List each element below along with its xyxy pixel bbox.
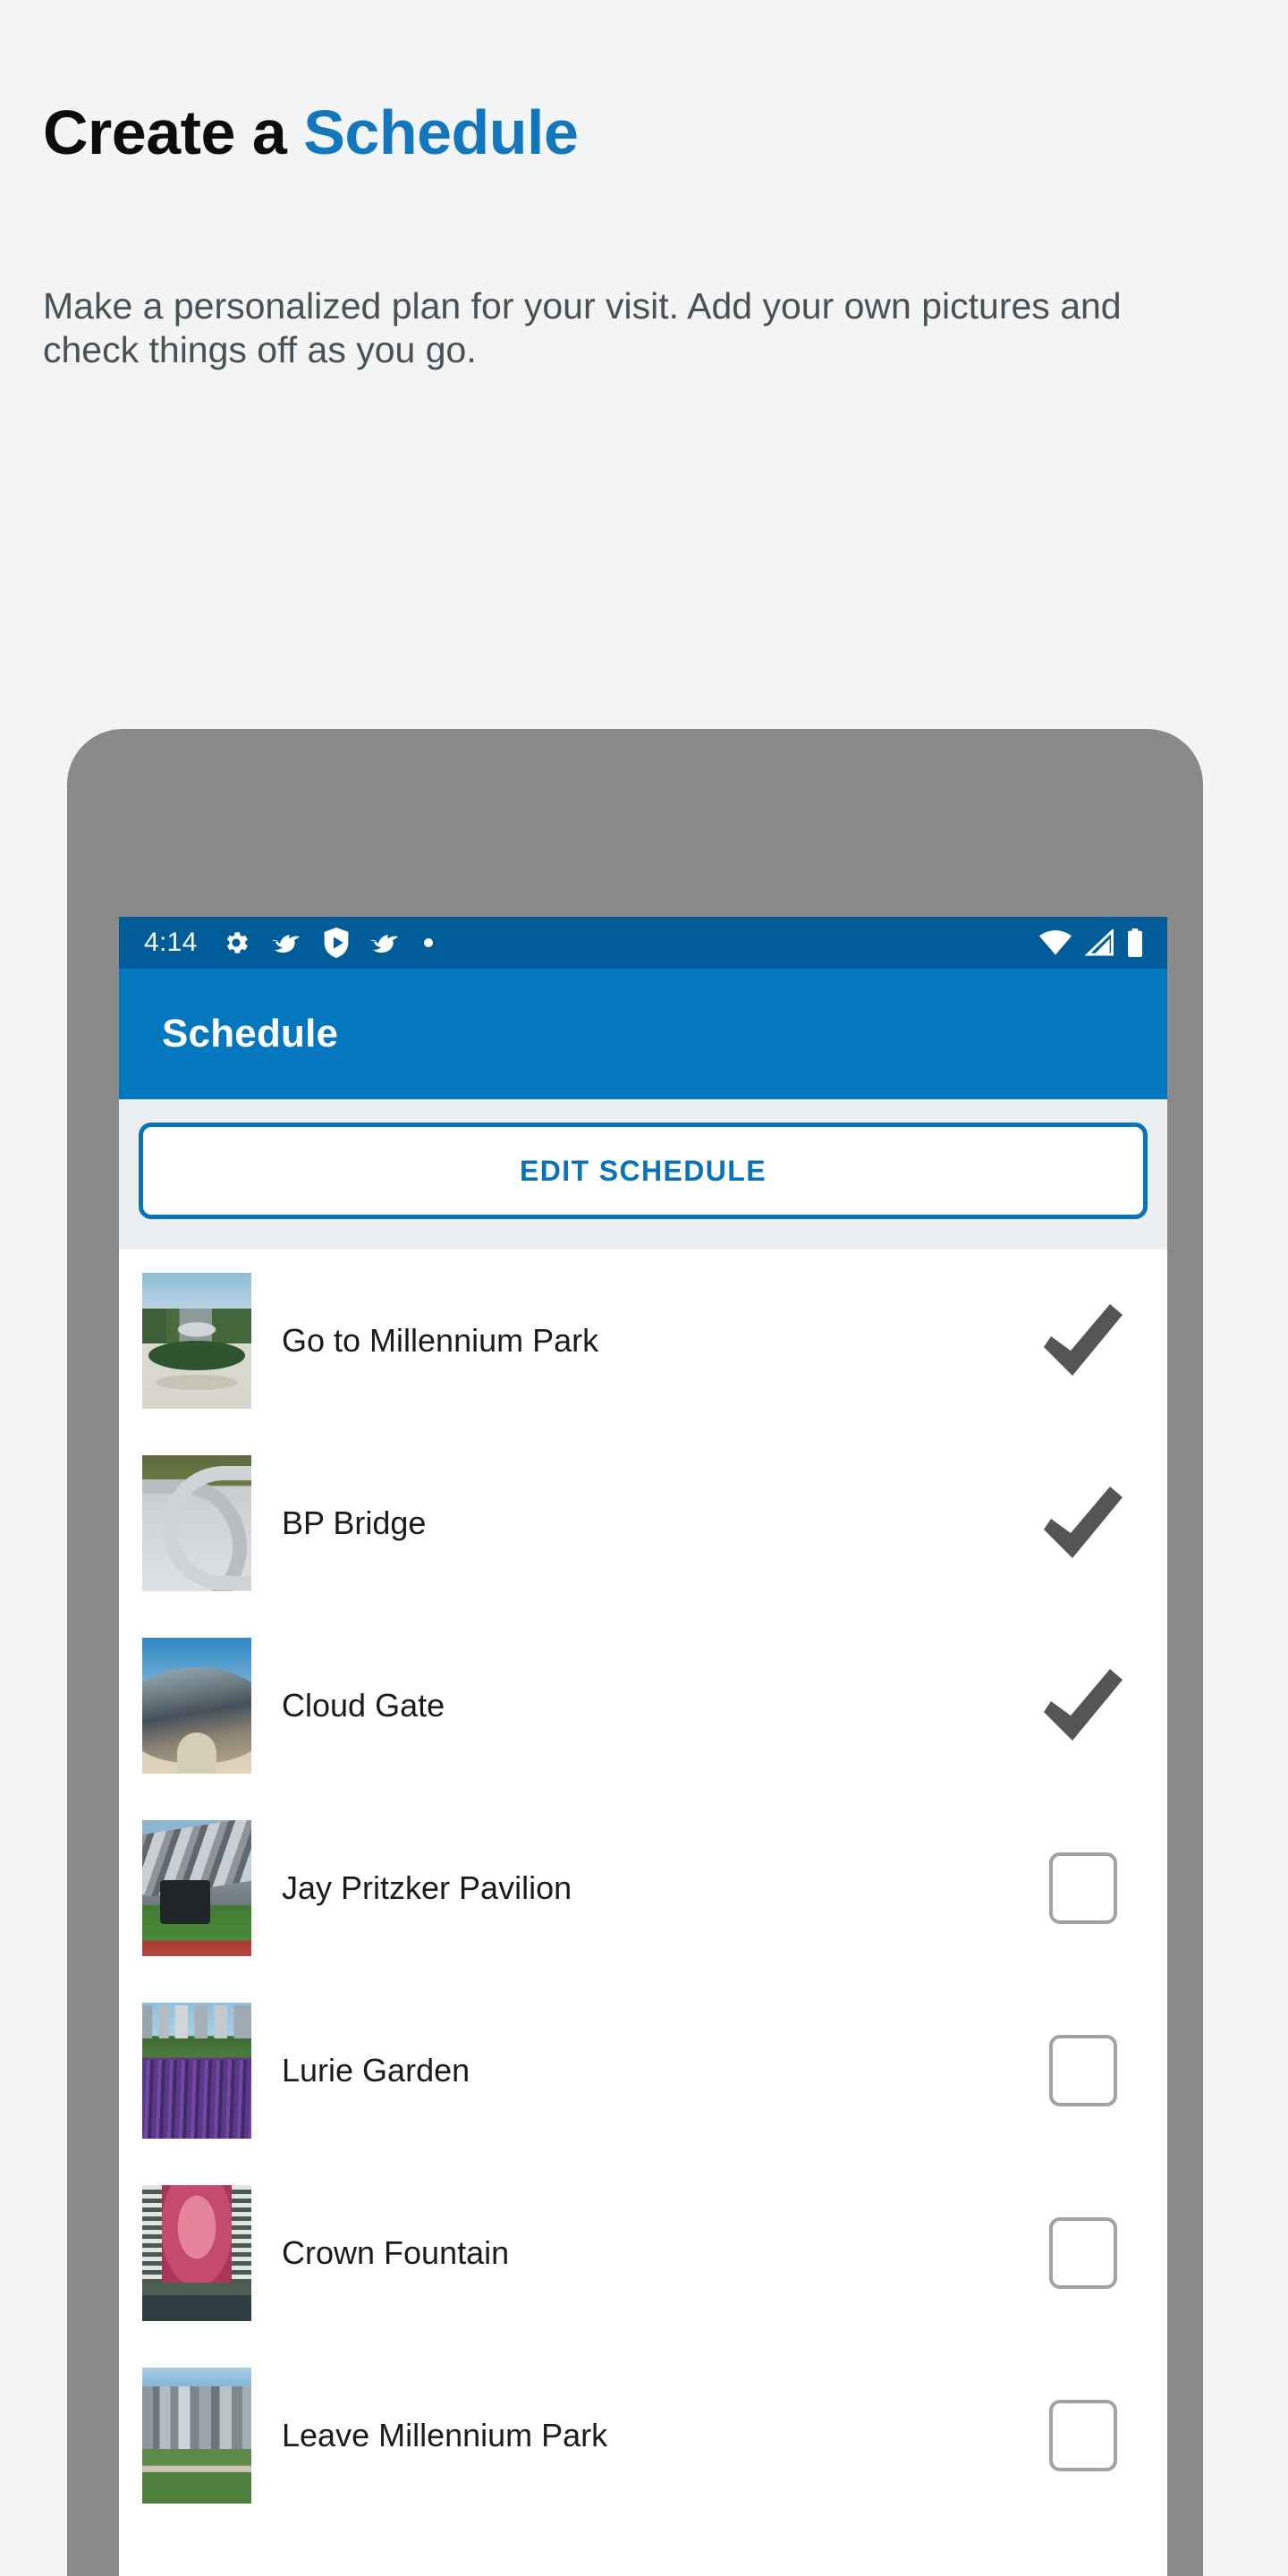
item-thumbnail (142, 1455, 251, 1591)
check-icon (1044, 1487, 1123, 1558)
battery-icon (1128, 928, 1142, 957)
checkbox-icon (1049, 1852, 1117, 1924)
item-checkbox-unchecked[interactable] (1037, 2210, 1130, 2296)
page-title-plain: Create a (43, 97, 304, 167)
list-item[interactable]: Crown Fountain (119, 2162, 1167, 2344)
item-thumbnail (142, 1273, 251, 1409)
list-item[interactable]: Cloud Gate (119, 1614, 1167, 1797)
item-thumbnail (142, 2368, 251, 2504)
list-item-label: Cloud Gate (282, 1687, 445, 1724)
item-thumbnail (142, 1820, 251, 1956)
page-subtitle: Make a personalized plan for your visit.… (43, 285, 1122, 370)
status-system-icons (1038, 928, 1144, 957)
checkbox-icon (1049, 2035, 1117, 2106)
list-item[interactable]: Lurie Garden (119, 1979, 1167, 2162)
list-item-label: BP Bridge (282, 1504, 427, 1541)
item-thumbnail (142, 2003, 251, 2139)
item-checkbox-unchecked[interactable] (1037, 2393, 1130, 2479)
item-checkbox-checked[interactable] (1037, 1298, 1130, 1384)
checkbox-icon (1049, 2400, 1117, 2471)
item-thumbnail (142, 1638, 251, 1774)
list-item-label: Lurie Garden (282, 2052, 470, 2089)
checkbox-icon (1049, 2217, 1117, 2289)
gear-icon (226, 932, 248, 953)
status-bar: 4:14 (119, 917, 1167, 969)
list-item[interactable]: Jay Pritzker Pavilion (119, 1797, 1167, 1979)
shield-play-icon (324, 928, 348, 958)
app-bar-title: Schedule (162, 1012, 339, 1055)
phone-screen: 4:14 Schedule EDIT SCHEDULE Go to Millen… (119, 917, 1167, 2576)
list-item-label: Leave Millennium Park (282, 2417, 608, 2453)
bird-icon (369, 935, 398, 953)
check-icon (1044, 1669, 1123, 1741)
check-icon (1044, 1304, 1123, 1376)
list-item-label: Go to Millennium Park (282, 1322, 599, 1359)
page-title-accent: Schedule (303, 97, 579, 167)
bird-icon (271, 935, 300, 953)
item-checkbox-unchecked[interactable] (1037, 2028, 1130, 2114)
page-title: Create a Schedule (43, 97, 579, 168)
list-item-label: Jay Pritzker Pavilion (282, 1869, 572, 1906)
item-checkbox-checked[interactable] (1037, 1480, 1130, 1566)
edit-button-container: EDIT SCHEDULE (119, 1099, 1167, 1250)
cellular-signal-icon (1085, 929, 1114, 956)
dot-icon (423, 938, 433, 947)
wifi-icon (1039, 930, 1072, 955)
list-item-label: Crown Fountain (282, 2234, 510, 2271)
list-item[interactable]: BP Bridge (119, 1432, 1167, 1614)
app-bar: Schedule (119, 969, 1167, 1099)
edit-schedule-button[interactable]: EDIT SCHEDULE (139, 1123, 1148, 1219)
status-notification-icons (221, 928, 436, 958)
list-item[interactable]: Leave Millennium Park (119, 2344, 1167, 2527)
item-checkbox-checked[interactable] (1037, 1663, 1130, 1749)
promo-page: Create a Schedule Make a personalized pl… (0, 0, 1288, 2576)
schedule-list: Go to Millennium Park BP Bridge Cloud Ga… (119, 1250, 1167, 2527)
item-checkbox-unchecked[interactable] (1037, 1845, 1130, 1931)
list-item[interactable]: Go to Millennium Park (119, 1250, 1167, 1432)
item-thumbnail (142, 2185, 251, 2321)
status-time: 4:14 (144, 928, 198, 957)
